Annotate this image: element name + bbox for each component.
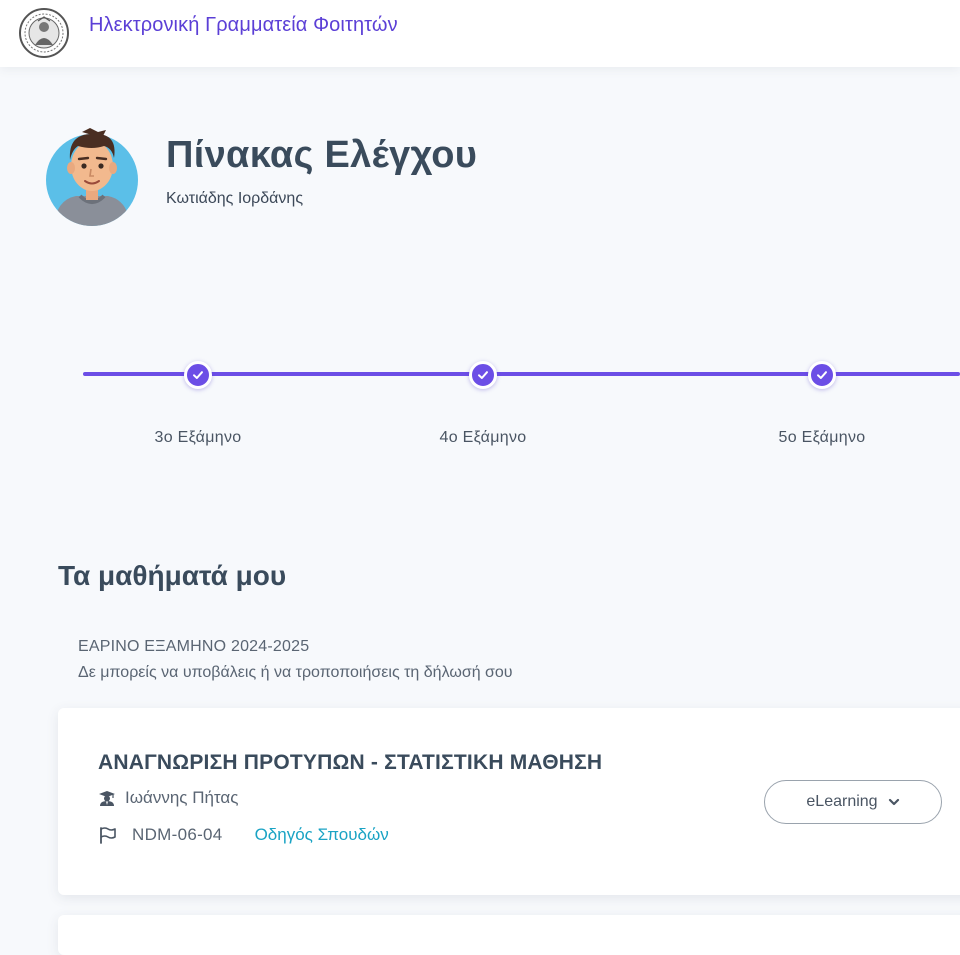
top-bar: Ηλεκτρονική Γραμματεία Φοιτητών <box>0 0 960 67</box>
timeline-node-semester-3[interactable] <box>184 361 212 389</box>
user-name: Κωτιάδης Ιορδάνης <box>166 190 304 207</box>
elearning-button-label: eLearning <box>806 793 878 810</box>
chevron-down-icon <box>888 797 900 807</box>
graduation-cap-teacher-icon <box>99 791 115 806</box>
timeline-label-semester-3: 3ο Εξάμηνο <box>154 429 242 446</box>
semester-note: Δε μπορείς να υποβάλεις ή να τροποποιήσε… <box>78 664 513 681</box>
elearning-dropdown-button[interactable]: eLearning <box>764 780 942 824</box>
check-icon <box>193 371 203 379</box>
page-title: Πίνακας Ελέγχου <box>166 134 478 176</box>
check-icon <box>817 371 827 379</box>
student-avatar-icon <box>46 128 138 226</box>
study-guide-link[interactable]: Οδηγός Σπουδών <box>255 825 389 845</box>
timeline-node-semester-5[interactable] <box>808 361 836 389</box>
course-teacher-row: Ιωάννης Πήτας <box>98 788 238 808</box>
course-title: ΑΝΑΓΝΩΡΙΣΗ ΠΡΟΤΥΠΩΝ - ΣΤΑΤΙΣΤΙΚΗ ΜΑΘΗΣΗ <box>98 751 603 774</box>
course-card-next <box>58 915 960 955</box>
university-seal-icon[interactable] <box>18 7 70 59</box>
my-courses-heading: Τα μαθήματά μου <box>58 560 287 591</box>
check-icon <box>478 371 488 379</box>
timeline-node-semester-4[interactable] <box>469 361 497 389</box>
app-title[interactable]: Ηλεκτρονική Γραμματεία Φοιτητών <box>89 14 398 37</box>
semester-title: ΕΑΡΙΝΟ ΕΞΑΜΗΝΟ 2024-2025 <box>78 638 310 655</box>
course-card: ΑΝΑΓΝΩΡΙΣΗ ΠΡΟΤΥΠΩΝ - ΣΤΑΤΙΣΤΙΚΗ ΜΑΘΗΣΗ … <box>58 708 960 895</box>
flag-icon <box>100 827 116 844</box>
timeline-label-semester-5: 5ο Εξάμηνο <box>778 429 866 446</box>
course-teacher: Ιωάννης Πήτας <box>125 788 239 807</box>
timeline-label-semester-4: 4ο Εξάμηνο <box>439 429 527 446</box>
course-code-row: NDM-06-04 Οδηγός Σπουδών <box>98 825 389 845</box>
course-code: NDM-06-04 <box>132 825 223 844</box>
